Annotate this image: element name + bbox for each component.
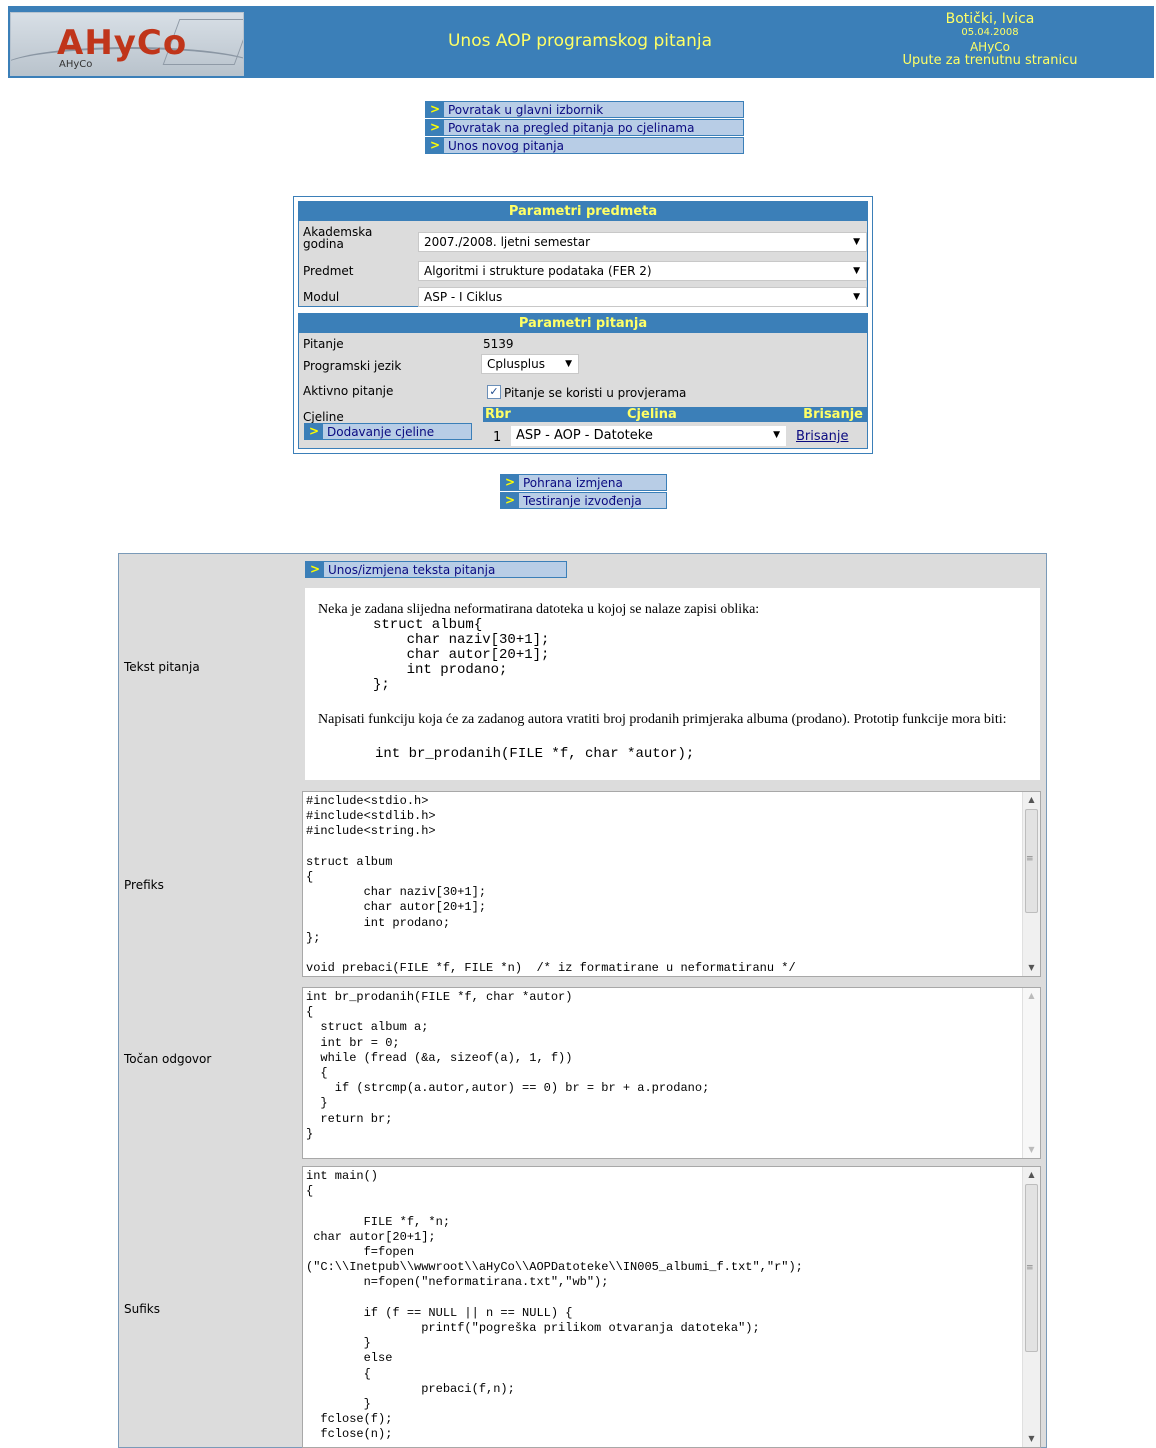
parameters-box: Parametri predmeta Akademska godina 2007…: [293, 196, 873, 454]
chevron-right-icon: >: [426, 138, 444, 153]
subject-select-value: Algoritmi i strukture podataka (FER 2): [424, 264, 652, 278]
delete-unit-link-label: Brisanje: [796, 429, 849, 444]
subject-params-title: Parametri predmeta: [299, 202, 867, 221]
question-text-preview: Neka je zadana slijedna neformatirana da…: [305, 588, 1040, 780]
language-label: Programski jezik: [303, 359, 402, 373]
back-overview-link[interactable]: > Povratak na pregled pitanja po cjelinam…: [425, 119, 744, 136]
ahyco-logo: AHyCo AHyCo: [10, 12, 244, 76]
add-unit-button-label: Dodavanje cjeline: [327, 425, 435, 439]
unit-select-value: ASP - AOP - Datoteke: [516, 428, 653, 443]
test-execution-button-label: Testiranje izvođenja: [523, 494, 642, 508]
main-menu-link[interactable]: > Povratak u glavni izbornik: [425, 101, 744, 118]
delete-unit-link[interactable]: Brisanje: [796, 429, 848, 444]
save-changes-button-label: Pohrana izmjena: [523, 476, 623, 490]
year-label: Akademska godina: [303, 225, 373, 251]
language-select[interactable]: Cplusplus ▼: [481, 354, 579, 374]
new-question-link[interactable]: > Unos novog pitanja: [425, 137, 744, 154]
units-table-header: Rbr Cjelina Brisanje: [483, 407, 867, 422]
scroll-down-icon[interactable]: ▼: [1023, 960, 1040, 976]
question-id-label: Pitanje: [303, 337, 344, 351]
edit-question-text-button-label: Unos/izmjena teksta pitanja: [328, 563, 496, 577]
active-checkbox-label: Pitanje se koristi u provjerama: [504, 386, 687, 400]
chevron-right-icon: >: [426, 102, 444, 117]
prefix-code: #include<stdio.h> #include<stdlib.h> #in…: [306, 794, 796, 976]
prefix-code-textarea[interactable]: #include<stdio.h> #include<stdlib.h> #in…: [302, 791, 1041, 977]
module-label: Modul: [303, 290, 340, 304]
scroll-up-icon[interactable]: ▲: [1023, 988, 1040, 1004]
chevron-down-icon: ▼: [565, 359, 572, 369]
main-menu-link-label: Povratak u glavni izbornik: [448, 103, 604, 117]
question-text-code-2: int br_prodanih(FILE *f, char *autor);: [375, 746, 695, 762]
scroll-up-icon[interactable]: ▲: [1023, 1167, 1040, 1183]
scroll-down-icon[interactable]: ▼: [1023, 1142, 1040, 1158]
grip-icon: ≡: [1026, 1263, 1034, 1273]
suffix-scrollbar[interactable]: ▲ ≡ ▼: [1022, 1167, 1040, 1447]
module-select[interactable]: ASP - I Ciklus ▼: [418, 287, 867, 307]
new-question-link-label: Unos novog pitanja: [448, 139, 564, 153]
question-text-label: Tekst pitanja: [124, 660, 200, 674]
question-text-paragraph-2: Napisati funkciju koja će za zadanog aut…: [318, 712, 1007, 727]
app-name: AHyCo: [969, 40, 1011, 54]
prefix-scrollbar[interactable]: ▲ ≡ ▼: [1022, 792, 1040, 976]
year-select-value: 2007./2008. ljetni semestar: [424, 235, 591, 249]
module-select-value: ASP - I Ciklus: [424, 290, 503, 304]
chevron-down-icon: ▼: [853, 292, 860, 302]
chevron-right-icon: >: [305, 424, 323, 439]
suffix-code-textarea[interactable]: int main() { FILE *f, *n; char autor[20+…: [302, 1166, 1041, 1448]
chevron-down-icon: ▼: [853, 266, 860, 276]
subject-params-panel: Parametri predmeta Akademska godina 2007…: [298, 201, 868, 307]
units-col-delete: Brisanje: [803, 407, 863, 422]
answer-code-textarea[interactable]: int br_prodanih(FILE *f, char *autor) { …: [302, 987, 1041, 1159]
units-col-unit: Cjelina: [627, 407, 677, 422]
unit-select[interactable]: ASP - AOP - Datoteke ▼: [511, 426, 786, 446]
suffix-code: int main() { FILE *f, *n; char autor[20+…: [306, 1169, 803, 1442]
units-label: Cjeline: [303, 410, 344, 424]
unit-row-number: 1: [493, 430, 502, 445]
question-text-paragraph-1: Neka je zadana slijedna neformatirana da…: [318, 602, 760, 617]
user-name: Botički, Ivica: [945, 11, 1035, 27]
question-text-code-1: struct album{ char naziv[30+1]; char aut…: [373, 617, 550, 693]
question-id-value: 5139: [483, 337, 514, 351]
page-title: Unos AOP programskog pitanja: [447, 31, 712, 51]
grip-icon: ≡: [1026, 854, 1034, 864]
chevron-right-icon: >: [501, 475, 519, 490]
units-col-rbr: Rbr: [485, 407, 511, 422]
help-link[interactable]: Upute za trenutnu stranicu: [890, 54, 1090, 68]
subject-select[interactable]: Algoritmi i strukture podataka (FER 2) ▼: [418, 261, 867, 281]
year-select[interactable]: 2007./2008. ljetni semestar ▼: [418, 232, 867, 252]
back-overview-link-label: Povratak na pregled pitanja po cjelinama: [448, 121, 695, 135]
answer-label: Točan odgovor: [124, 1052, 212, 1066]
suffix-label: Sufiks: [124, 1302, 160, 1316]
question-params-panel: Parametri pitanja Pitanje 5139 Programsk…: [298, 313, 868, 449]
active-label: Aktivno pitanje: [303, 384, 394, 398]
chevron-right-icon: >: [426, 120, 444, 135]
logo-subtext: AHyCo: [59, 59, 93, 70]
subject-label: Predmet: [303, 264, 354, 278]
scroll-down-icon[interactable]: ▼: [1023, 1431, 1040, 1447]
add-unit-button[interactable]: > Dodavanje cjeline: [304, 423, 472, 440]
test-execution-button[interactable]: > Testiranje izvođenja: [500, 492, 667, 509]
prefix-label: Prefiks: [124, 878, 164, 892]
active-checkbox[interactable]: ✓: [487, 385, 501, 399]
current-date: 05.04.2008: [961, 27, 1019, 38]
user-info: Botički, Ivica 05.04.2008 AHyCo Upute za…: [890, 12, 1090, 68]
edit-question-text-button[interactable]: > Unos/izmjena teksta pitanja: [305, 561, 567, 578]
answer-scrollbar[interactable]: ▲ ▼: [1022, 988, 1040, 1158]
scroll-up-icon[interactable]: ▲: [1023, 792, 1040, 808]
question-params-title: Parametri pitanja: [299, 314, 867, 333]
save-changes-button[interactable]: > Pohrana izmjena: [500, 474, 667, 491]
chevron-down-icon: ▼: [773, 430, 780, 440]
language-select-value: Cplusplus: [487, 357, 545, 371]
chevron-right-icon: >: [501, 493, 519, 508]
chevron-right-icon: >: [306, 562, 324, 577]
answer-code: int br_prodanih(FILE *f, char *autor) { …: [306, 990, 710, 1141]
chevron-down-icon: ▼: [853, 237, 860, 247]
logo-text: AHyCo: [57, 23, 188, 63]
